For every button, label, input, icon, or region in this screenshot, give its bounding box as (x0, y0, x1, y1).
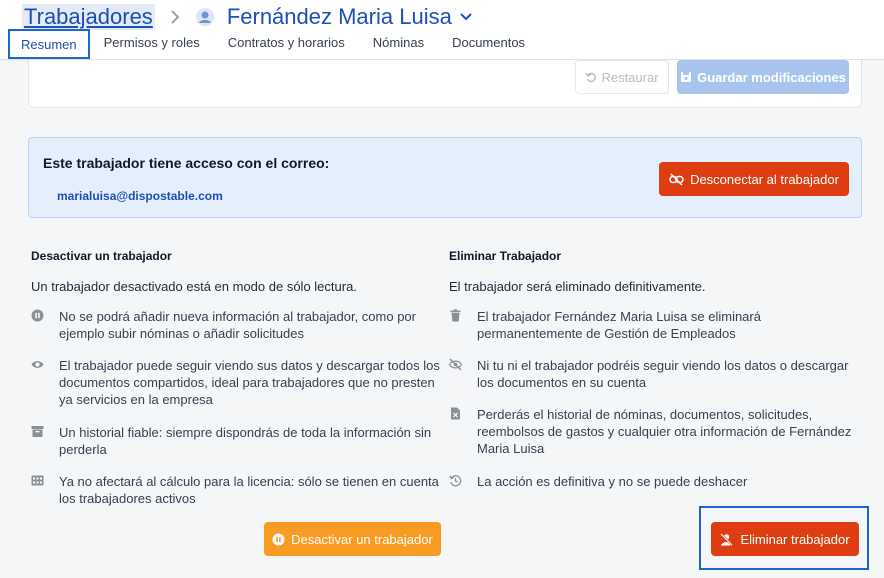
archive-icon (31, 425, 45, 439)
breadcrumb-trabajadores-link[interactable]: Trabajadores (22, 4, 155, 30)
bullet-text: Ni tu ni el trabajador podréis seguir vi… (477, 358, 849, 390)
delete-subtitle: El trabajador será eliminado definitivam… (449, 279, 706, 294)
access-email: marialuisa@dispostable.com (57, 189, 223, 203)
form-card: Restaurar Guardar modificaciones (28, 60, 862, 108)
deactivate-worker-button[interactable]: Desactivar un trabajador (264, 522, 441, 556)
eye-slash-icon (449, 358, 463, 372)
bullet-text: El trabajador puede seguir viendo sus da… (59, 358, 440, 407)
pause-circle-icon (272, 533, 285, 546)
list-item: Ni tu ni el trabajador podréis seguir vi… (449, 357, 859, 391)
tab-resumen[interactable]: Resumen (8, 29, 90, 59)
list-item: Perderás el historial de nóminas, docume… (449, 406, 859, 457)
list-item: El trabajador puede seguir viendo sus da… (31, 357, 441, 408)
bullet-text: La acción es definitiva y no se puede de… (477, 474, 748, 489)
unlink-icon (669, 172, 684, 186)
bullet-text: Perderás el historial de nóminas, docume… (477, 407, 852, 456)
list-item: Un historial fiable: siempre dispondrás … (31, 424, 441, 458)
access-info-box: Este trabajador tiene acceso con el corr… (28, 137, 862, 218)
delete-worker-label: Eliminar trabajador (740, 531, 850, 547)
deactivate-title: Desactivar un trabajador (31, 249, 172, 263)
tab-documentos[interactable]: Documentos (438, 29, 539, 59)
bullet-text: El trabajador Fernández Maria Luisa se e… (477, 309, 761, 341)
pause-circle-icon (31, 309, 45, 323)
trash-icon (449, 309, 463, 323)
user-slash-icon (720, 532, 734, 546)
delete-section: Eliminar Trabajador El trabajador será e… (449, 249, 859, 489)
tab-contratos-y-horarios[interactable]: Contratos y horarios (214, 29, 359, 59)
tab-nominas[interactable]: Nóminas (359, 29, 438, 59)
access-title: Este trabajador tiene acceso con el corr… (43, 155, 330, 171)
page-title: Fernández Maria Luisa (226, 4, 452, 29)
page-header: Trabajadores Fernández Maria Luisa Resum… (0, 0, 884, 60)
delete-worker-button[interactable]: Eliminar trabajador (711, 522, 859, 556)
disconnect-worker-button[interactable]: Desconectar al trabajador (659, 162, 849, 196)
delete-title: Eliminar Trabajador (449, 249, 562, 263)
bullet-text: Ya no afectará al cálculo para la licenc… (59, 474, 439, 506)
bullet-text: Un historial fiable: siempre dispondrás … (59, 425, 432, 457)
chevron-down-icon[interactable] (460, 13, 472, 21)
restore-button-label: Restaurar (601, 69, 659, 85)
list-item: No se podrá añadir nueva información al … (31, 308, 441, 342)
save-button-label: Guardar modificaciones (697, 69, 846, 85)
breadcrumb: Trabajadores Fernández Maria Luisa (22, 4, 472, 30)
history-icon (449, 474, 463, 488)
disconnect-worker-label: Desconectar al trabajador (690, 171, 839, 187)
list-item: Ya no afectará al cálculo para la licenc… (31, 473, 441, 507)
calculator-icon (31, 474, 45, 488)
file-x-icon (449, 407, 463, 421)
avatar (195, 7, 215, 27)
eye-icon (31, 358, 45, 372)
bullet-text: No se podrá añadir nueva información al … (59, 309, 416, 341)
save-icon (680, 71, 692, 83)
chevron-right-icon (169, 9, 181, 25)
list-item: La acción es definitiva y no se puede de… (449, 473, 859, 490)
list-item: El trabajador Fernández Maria Luisa se e… (449, 308, 859, 342)
tab-bar: Resumen Permisos y roles Contratos y hor… (8, 29, 539, 59)
save-button[interactable]: Guardar modificaciones (677, 60, 849, 94)
deactivate-section: Desactivar un trabajador Un trabajador d… (31, 249, 441, 506)
restore-button[interactable]: Restaurar (575, 60, 669, 94)
deactivate-worker-label: Desactivar un trabajador (291, 531, 433, 547)
undo-icon (585, 71, 597, 83)
tab-permisos-y-roles[interactable]: Permisos y roles (90, 29, 214, 59)
deactivate-subtitle: Un trabajador desactivado está en modo d… (31, 279, 357, 294)
